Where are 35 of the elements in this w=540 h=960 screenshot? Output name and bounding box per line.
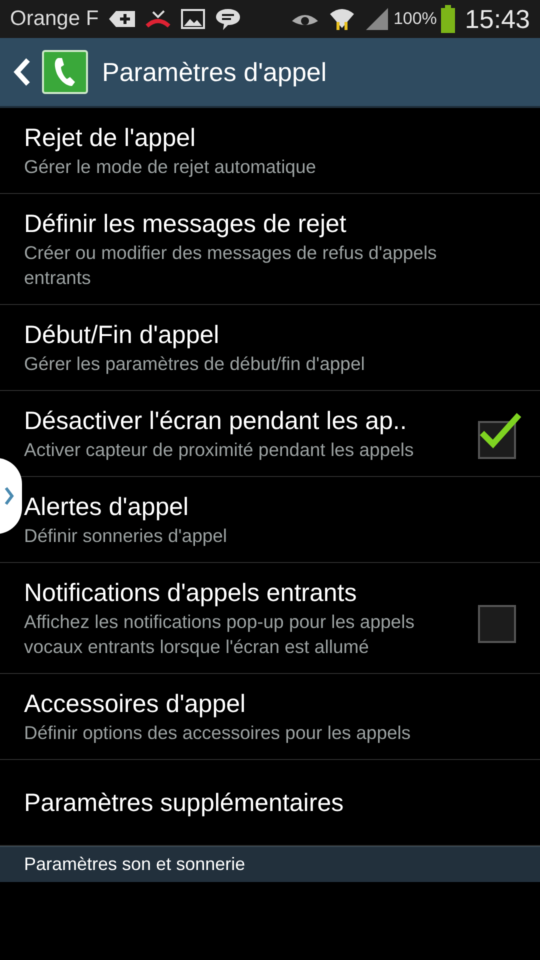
clock: 15:43 — [464, 2, 530, 36]
item-title: Notifications d'appels entrants — [24, 578, 358, 609]
item-subtitle: Créer ou modifier des messages de refus d'appels entrants — [24, 241, 438, 290]
item-subtitle: Affichez les notifications pop-up pour les appels vocaux entrants lorsque l'écran est allumé — [24, 610, 416, 659]
settings-item[interactable]: Rejet de l'appel Gérer le mode de rejet automatique — [0, 108, 540, 194]
item-subtitle: Définir options des accessoires pour les appels — [24, 721, 412, 745]
carrier-name: Orange F — [10, 6, 99, 32]
item-title: Définir les messages de rejet — [24, 209, 348, 240]
wifi-icon — [329, 6, 356, 32]
item-subtitle: Définir sonneries d'appel — [24, 524, 228, 548]
back-icon[interactable] — [12, 57, 32, 87]
item-title: Début/Fin d'appel — [24, 320, 220, 351]
missed-call-icon — [144, 8, 171, 30]
item-subtitle: Gérer le mode de rejet automatique — [24, 155, 318, 179]
item-title: Désactiver l'écran pendant les ap.. — [24, 406, 408, 437]
item-subtitle: Gérer les paramètres de début/fin d'appel — [24, 352, 366, 376]
item-title: Accessoires d'appel — [24, 689, 247, 720]
screen-title: Paramètres d'appel — [102, 56, 327, 88]
chevron-icon — [4, 486, 14, 506]
item-title: Paramètres supplémentaires — [24, 788, 345, 818]
signal-icon — [365, 7, 390, 31]
item-subtitle: Activer capteur de proximité pendant les appels — [24, 438, 415, 462]
item-title: Rejet de l'appel — [24, 123, 197, 154]
item-title: Alertes d'appel — [24, 492, 190, 523]
section-title: Paramètres son et sonnerie — [24, 853, 246, 876]
picture-icon — [180, 9, 205, 29]
settings-item[interactable]: Notifications d'appels entrants Affichez les notifications pop-up pour les appels vocaux entrants lorsque l'écran est allumé — [0, 563, 540, 674]
battery-percent: 100% — [393, 8, 437, 30]
settings-item[interactable]: Accessoires d'appel Définir options des accessoires pour les appels — [0, 674, 540, 760]
phone-app-icon — [42, 50, 88, 94]
plus-tag-icon — [108, 9, 135, 29]
settings-item[interactable]: Définir les messages de rejet Créer ou modifier des messages de refus d'appels entrants — [0, 194, 540, 305]
battery-icon — [440, 5, 455, 33]
chat-icon — [214, 7, 241, 31]
settings-item[interactable]: Début/Fin d'appel Gérer les paramètres de début/fin d'appel — [0, 305, 540, 391]
